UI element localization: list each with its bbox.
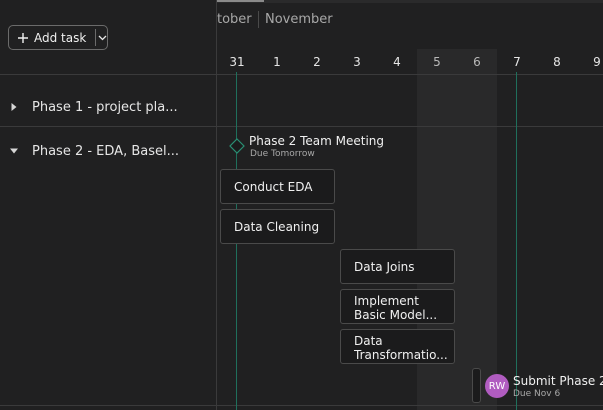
day-label: 9 xyxy=(593,55,601,69)
task-label-line: Implement xyxy=(354,294,419,308)
day-label: 1 xyxy=(273,55,281,69)
task-bar-conduct-eda[interactable]: Conduct EDA xyxy=(220,169,335,204)
panel-splitter[interactable] xyxy=(216,0,217,410)
submit-title[interactable]: Submit Phase 2 xyxy=(513,374,603,388)
task-list-panel xyxy=(0,0,216,410)
row-divider xyxy=(0,405,603,406)
add-task-split-button: Add task xyxy=(8,25,108,50)
day-label: 6 xyxy=(473,55,481,69)
group-label: Phase 1 - project pla... xyxy=(32,99,178,115)
task-bar-data-cleaning[interactable]: Data Cleaning xyxy=(220,209,335,244)
group-row-phase-2[interactable]: Phase 2 - EDA, Basel... xyxy=(0,129,216,173)
submit-due: Due Nov 6 xyxy=(513,389,561,399)
month-separator xyxy=(258,11,259,28)
milestone-title[interactable]: Phase 2 Team Meeting xyxy=(249,134,384,148)
add-task-label: Add task xyxy=(34,30,87,45)
chevron-down-icon xyxy=(98,35,106,40)
caret-right-icon xyxy=(11,103,17,111)
milestone-due: Due Tomorrow xyxy=(250,149,315,159)
task-bar-data-transformation[interactable]: Data Transformatio... xyxy=(340,329,455,364)
group-row-phase-1[interactable]: Phase 1 - project pla... xyxy=(0,85,216,129)
task-bar-handle[interactable] xyxy=(472,368,481,403)
day-label: 5 xyxy=(433,55,441,69)
header-divider xyxy=(0,74,603,75)
month-label-october: tober xyxy=(217,12,252,27)
plus-icon xyxy=(18,32,28,43)
add-task-dropdown-button[interactable] xyxy=(96,26,108,49)
day-label: 4 xyxy=(393,55,401,69)
task-bar-data-joins[interactable]: Data Joins xyxy=(340,249,455,284)
group-label: Phase 2 - EDA, Basel... xyxy=(32,143,179,159)
task-label: Conduct EDA xyxy=(234,179,313,194)
caret-down-icon xyxy=(10,148,18,154)
task-label: Data Joins xyxy=(354,259,415,274)
month-label-november: November xyxy=(265,12,333,27)
milestone-diamond-icon[interactable] xyxy=(228,137,246,155)
task-label-line: Transformatio... xyxy=(354,348,448,362)
date-marker-line xyxy=(516,72,517,410)
task-label: Data Cleaning xyxy=(234,219,320,234)
day-label: 7 xyxy=(513,55,521,69)
day-label: 3 xyxy=(353,55,361,69)
add-task-button[interactable]: Add task xyxy=(9,26,95,49)
task-label-line: Basic Model... xyxy=(354,308,438,322)
day-label: 2 xyxy=(313,55,321,69)
avatar[interactable]: RW xyxy=(485,374,509,398)
day-label: 8 xyxy=(553,55,561,69)
task-bar-implement-basic-model[interactable]: Implement Basic Model... xyxy=(340,289,455,324)
day-label: 31 xyxy=(229,55,245,69)
task-label-line: Data xyxy=(354,334,383,348)
